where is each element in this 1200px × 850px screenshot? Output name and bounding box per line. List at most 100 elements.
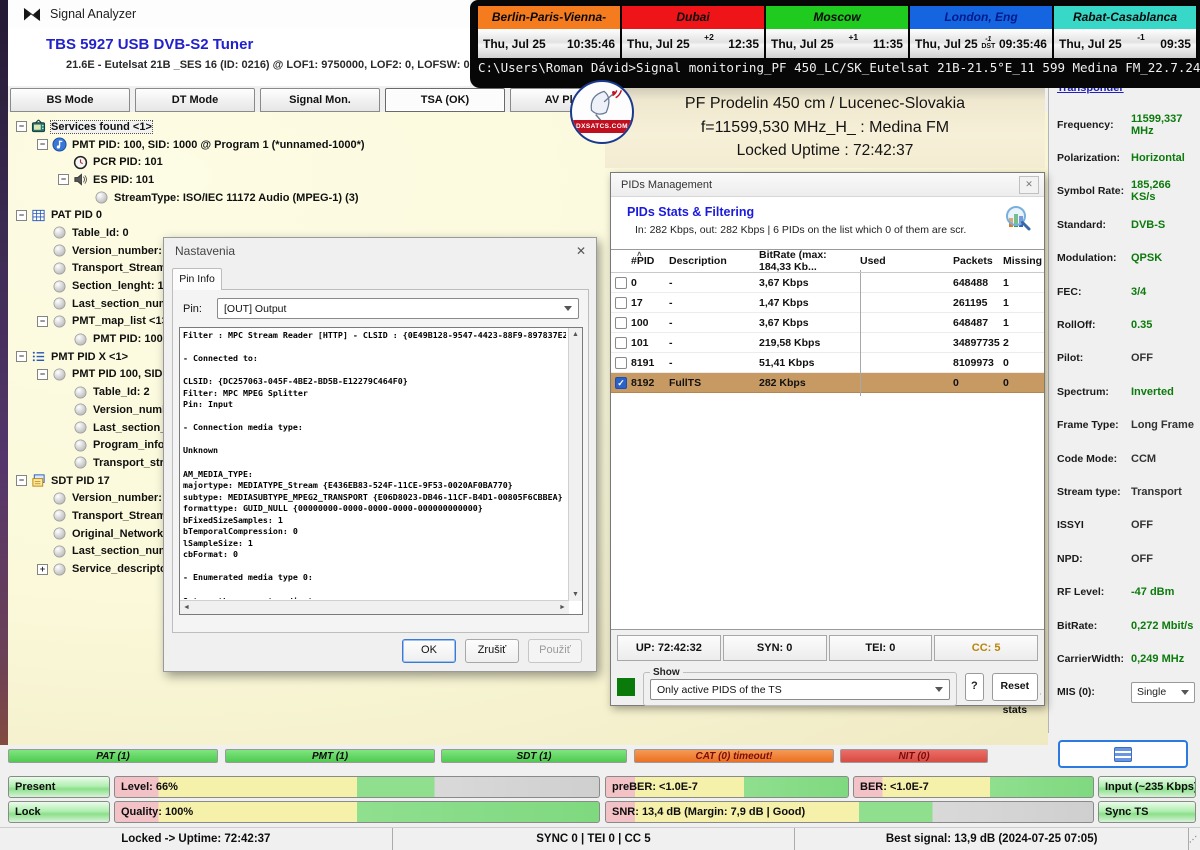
scroll-down-icon[interactable]: ▼ xyxy=(569,588,582,601)
param-frame-type: Frame Type:Long Frame xyxy=(1057,409,1197,442)
pid-checkbox[interactable] xyxy=(615,317,627,329)
pid-row[interactable]: 101-219,58 Kbps348977352 xyxy=(611,333,1044,353)
param-issyi: ISSYIOFF xyxy=(1057,509,1197,542)
param-standard: Standard:DVB-S xyxy=(1057,208,1197,241)
dialog-titlebar[interactable]: Nastavenia ✕ xyxy=(164,238,596,264)
scroll-up-icon[interactable]: ▲ xyxy=(569,328,582,341)
clock-berlin: Berlin-Paris-Vienna-Roma Thu, Jul 2510:3… xyxy=(478,6,622,58)
pids-table-header[interactable]: ˄ #PIDDescriptionBitRate (max: 184,33 Kb… xyxy=(611,250,1044,273)
pid-row[interactable]: 8191-51,41 Kbps81099730 xyxy=(611,353,1044,373)
pid-checkbox[interactable] xyxy=(615,357,627,369)
tei-cell: TEI: 0 xyxy=(829,635,933,661)
tree-expander[interactable] xyxy=(37,564,48,575)
param-modulation: Modulation:QPSK xyxy=(1057,242,1197,275)
banner-frequency: f=11599,530 MHz_H_ : Medina FM xyxy=(605,119,1045,137)
tree-item-services[interactable]: Services found <1> xyxy=(16,118,616,136)
show-group: Show Only active PIDS of the TS xyxy=(643,667,957,706)
pids-stats-header: PIDs Stats & Filtering In: 282 Kbps, out… xyxy=(611,197,1044,250)
tab-dt-mode[interactable]: DT Mode xyxy=(135,88,255,112)
node-icon xyxy=(52,367,67,382)
list-icon xyxy=(31,349,46,364)
tree-item-pmt-program[interactable]: PMT PID: 100, SID: 1000 @ Program 1 (*un… xyxy=(16,136,616,154)
pid-checkbox-checked[interactable] xyxy=(615,377,627,389)
pid-checkbox[interactable] xyxy=(615,337,627,349)
pin-select[interactable]: [OUT] Output xyxy=(217,298,579,319)
app-titlebar[interactable]: Signal Analyzer xyxy=(8,0,470,28)
pid-row[interactable]: 100-3,67 Kbps6484871 xyxy=(611,313,1044,333)
tree-item-pcr-pid[interactable]: PCR PID: 101 xyxy=(16,153,616,171)
param-stream-type: Stream type:Transport xyxy=(1057,475,1197,508)
tuner-subtitle: 21.6E - Eutelsat 21B _SES 16 (ID: 0216) … xyxy=(66,59,470,71)
banner-uptime: Locked Uptime : 72:42:37 xyxy=(605,142,1045,160)
magnifier-chart-icon xyxy=(1002,203,1032,233)
clock-time: 09:35 xyxy=(1160,37,1191,51)
show-filter-select[interactable]: Only active PIDS of the TS xyxy=(650,679,950,700)
tree-expander[interactable] xyxy=(16,210,27,221)
tab-tsa[interactable]: TSA (OK) xyxy=(385,88,505,112)
tab-signal-mon[interactable]: Signal Mon. xyxy=(260,88,380,112)
close-icon[interactable]: ✕ xyxy=(576,244,586,258)
param-spectrum: Spectrum:Inverted xyxy=(1057,375,1197,408)
tree-expander[interactable] xyxy=(16,121,27,132)
ber-meter: BER: <1.0E-7 xyxy=(853,776,1094,798)
tree-item-pat[interactable]: PAT PID 0 xyxy=(16,206,616,224)
satellite-dish-icon xyxy=(574,83,630,125)
pid-row[interactable]: 0-3,67 Kbps6484881 xyxy=(611,273,1044,293)
tree-item-es-pid[interactable]: ES PID: 101 xyxy=(16,171,616,189)
sort-asc-icon: ˄ xyxy=(637,250,642,259)
node-icon xyxy=(73,402,88,417)
pid-checkbox[interactable] xyxy=(615,277,627,289)
node-icon xyxy=(73,385,88,400)
tree-expander[interactable] xyxy=(37,139,48,150)
ok-button[interactable]: OK xyxy=(402,639,456,663)
world-clock-bar: Berlin-Paris-Vienna-Roma Thu, Jul 2510:3… xyxy=(476,4,1198,60)
clock-city-label: Rabat-Casablanca xyxy=(1054,6,1196,29)
tab-pin-info[interactable]: Pin Info xyxy=(172,268,222,290)
mis-select[interactable]: Single xyxy=(1131,682,1195,703)
node-icon xyxy=(52,544,67,559)
tuner-title: TBS 5927 USB DVB-S2 Tuner xyxy=(46,36,253,53)
tree-expander[interactable] xyxy=(58,174,69,185)
apply-button[interactable]: Použiť xyxy=(528,639,582,663)
sync-ts-indicator: Sync TS xyxy=(1098,801,1196,823)
node-icon xyxy=(73,438,88,453)
pid-row[interactable]: 17-1,47 Kbps2611951 xyxy=(611,293,1044,313)
tree-expander[interactable] xyxy=(16,351,27,362)
tree-expander[interactable] xyxy=(37,316,48,327)
scroll-right-icon[interactable]: ► xyxy=(556,601,569,614)
reset-stats-button[interactable]: Reset stats xyxy=(992,673,1038,701)
uptime-cell: UP: 72:42:32 xyxy=(617,635,721,661)
pin-info-textbox[interactable]: Filter : MPC Stream Reader [HTTP] - CLSI… xyxy=(179,327,583,615)
close-icon[interactable]: ✕ xyxy=(1019,176,1039,194)
resize-grip[interactable]: ⋰ xyxy=(1033,692,1042,703)
quality-meter: Quality: 100% xyxy=(114,801,600,823)
tree-expander[interactable] xyxy=(16,475,27,486)
clock-offset: +2 xyxy=(704,32,714,42)
pid-checkbox[interactable] xyxy=(615,297,627,309)
tree-item-streamtype[interactable]: StreamType: ISO/IEC 11172 Audio (MPEG-1)… xyxy=(16,189,616,207)
param-code-mode: Code Mode:CCM xyxy=(1057,442,1197,475)
lock-indicator: Lock xyxy=(8,801,110,823)
help-button[interactable]: ? xyxy=(965,673,984,701)
used-bar xyxy=(860,370,861,396)
pid-row-selected[interactable]: 8192FullTS282 Kbps00 xyxy=(611,373,1044,393)
ts-ok-indicator xyxy=(617,678,635,696)
param-frequency: Frequency:11599,337 MHz xyxy=(1057,108,1197,141)
clock-city-label: Moscow xyxy=(766,6,908,29)
pin-label: Pin: xyxy=(183,303,217,315)
scroll-left-icon[interactable]: ◄ xyxy=(180,601,193,614)
status-sync-counters: SYNC 0 | TEI 0 | CC 5 xyxy=(393,828,796,850)
monitoring-banner: PF Prodelin 450 cm / Lucenec-Slovakia f=… xyxy=(605,85,1045,168)
pids-window-titlebar[interactable]: PIDs Management ✕ xyxy=(611,173,1044,197)
preber-meter: preBER: <1.0E-7 xyxy=(605,776,849,798)
tree-expander[interactable] xyxy=(37,369,48,380)
vertical-scrollbar[interactable]: ▲▼ xyxy=(568,328,582,601)
layers-icon xyxy=(31,473,46,488)
syn-cell: SYN: 0 xyxy=(723,635,827,661)
clock-offset: +1 xyxy=(848,32,858,42)
tab-bs-mode[interactable]: BS Mode xyxy=(10,88,130,112)
horizontal-scrollbar[interactable]: ◄► xyxy=(180,600,569,614)
stream-record-button[interactable] xyxy=(1058,740,1188,768)
signal-analyzer-app: Signal Analyzer TBS 5927 USB DVB-S2 Tune… xyxy=(0,0,1200,850)
cancel-button[interactable]: Zrušiť xyxy=(465,639,519,663)
